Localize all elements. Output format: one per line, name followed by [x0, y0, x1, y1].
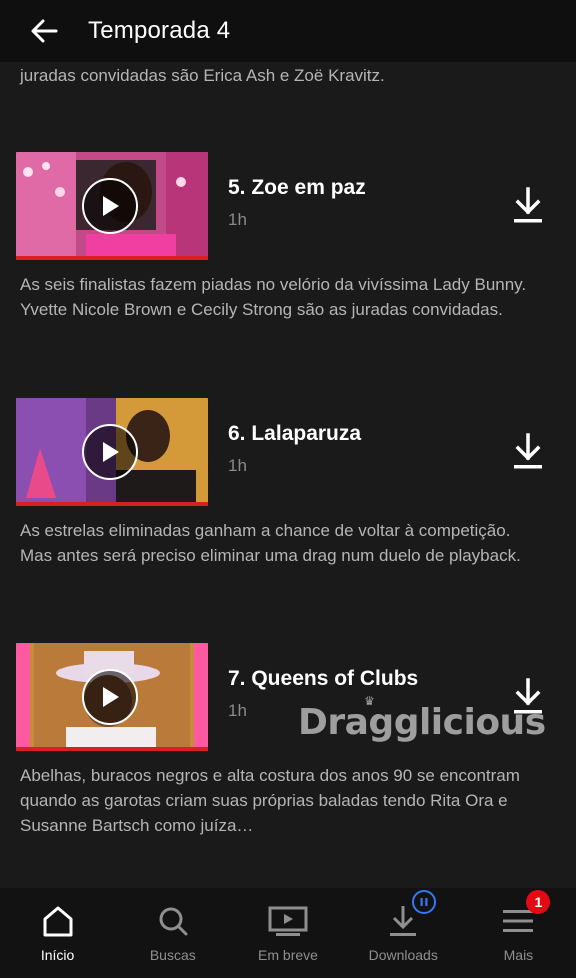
episode-title: 7. Queens of Clubs: [228, 667, 419, 690]
episode-duration: 1h: [228, 210, 247, 229]
paused-download-badge: [412, 890, 437, 914]
episode-title: 6. Lalaparuza: [228, 422, 362, 445]
episode-row[interactable]: 6. Lalaparuza 1h: [0, 398, 576, 506]
play-icon: [82, 424, 138, 480]
tab-mais[interactable]: 1 Mais: [461, 888, 576, 978]
episode-thumbnail[interactable]: [16, 152, 208, 260]
episode-description: Abelhas, buracos negros e alta costura d…: [20, 766, 520, 835]
episode-item-7: 7. Queens of Clubs 1h Abelhas, buracos n…: [0, 643, 576, 888]
watch-progress-bar: [16, 256, 208, 260]
play-icon: [82, 669, 138, 725]
tab-label: Downloads: [368, 947, 438, 963]
episode-description: As seis finalistas fazem piadas no velór…: [20, 275, 527, 319]
episode-item-6: 6. Lalaparuza 1h As estrelas eliminadas …: [0, 398, 576, 643]
episode-thumbnail[interactable]: [16, 643, 208, 751]
tab-label: Mais: [503, 947, 534, 963]
tab-inicio[interactable]: Início: [0, 888, 115, 978]
tab-em-breve[interactable]: Em breve: [230, 888, 345, 978]
episode-duration: 1h: [228, 456, 247, 475]
page-title: Temporada 4: [88, 17, 231, 44]
episode-list: juradas convidadas são Erica Ash e Zoë K…: [0, 0, 576, 888]
episode-title: 5. Zoe em paz: [228, 176, 366, 199]
top-bar: Temporada 4: [0, 0, 576, 62]
crown-icon: ♛: [364, 694, 375, 708]
tab-label: Buscas: [149, 947, 196, 963]
play-icon: [82, 178, 138, 234]
back-arrow-icon: [31, 19, 58, 43]
tab-label: Início: [40, 947, 75, 963]
tab-label: Em breve: [258, 947, 318, 963]
episode-row[interactable]: 5. Zoe em paz 1h: [0, 152, 576, 260]
episode-duration: 1h: [228, 701, 247, 720]
download-button[interactable]: [508, 182, 548, 230]
watermark-logo: ♛ Dragglicious: [298, 694, 546, 743]
bottom-navigation: Início Buscas Em breve Downloads 1 Mais: [0, 888, 576, 978]
tab-buscas[interactable]: Buscas: [115, 888, 230, 978]
download-button[interactable]: [508, 428, 548, 476]
coming-soon-icon: [268, 904, 308, 938]
tab-downloads[interactable]: Downloads: [346, 888, 461, 978]
pause-icon: [420, 898, 428, 906]
back-button[interactable]: [0, 0, 88, 62]
download-icon: [514, 433, 542, 469]
menu-icon: 1: [502, 890, 551, 938]
episode-thumbnail[interactable]: [16, 398, 208, 506]
watch-progress-bar: [16, 502, 208, 506]
download-icon: [514, 187, 542, 223]
notification-badge: 1: [526, 890, 551, 914]
search-icon: [157, 904, 189, 938]
watch-progress-bar: [16, 747, 208, 751]
episode-item-5: 5. Zoe em paz 1h As seis finalistas faze…: [0, 152, 576, 397]
home-icon: [41, 904, 75, 938]
episode-description: As estrelas eliminadas ganham a chance d…: [20, 521, 521, 565]
downloads-icon: [388, 890, 437, 938]
